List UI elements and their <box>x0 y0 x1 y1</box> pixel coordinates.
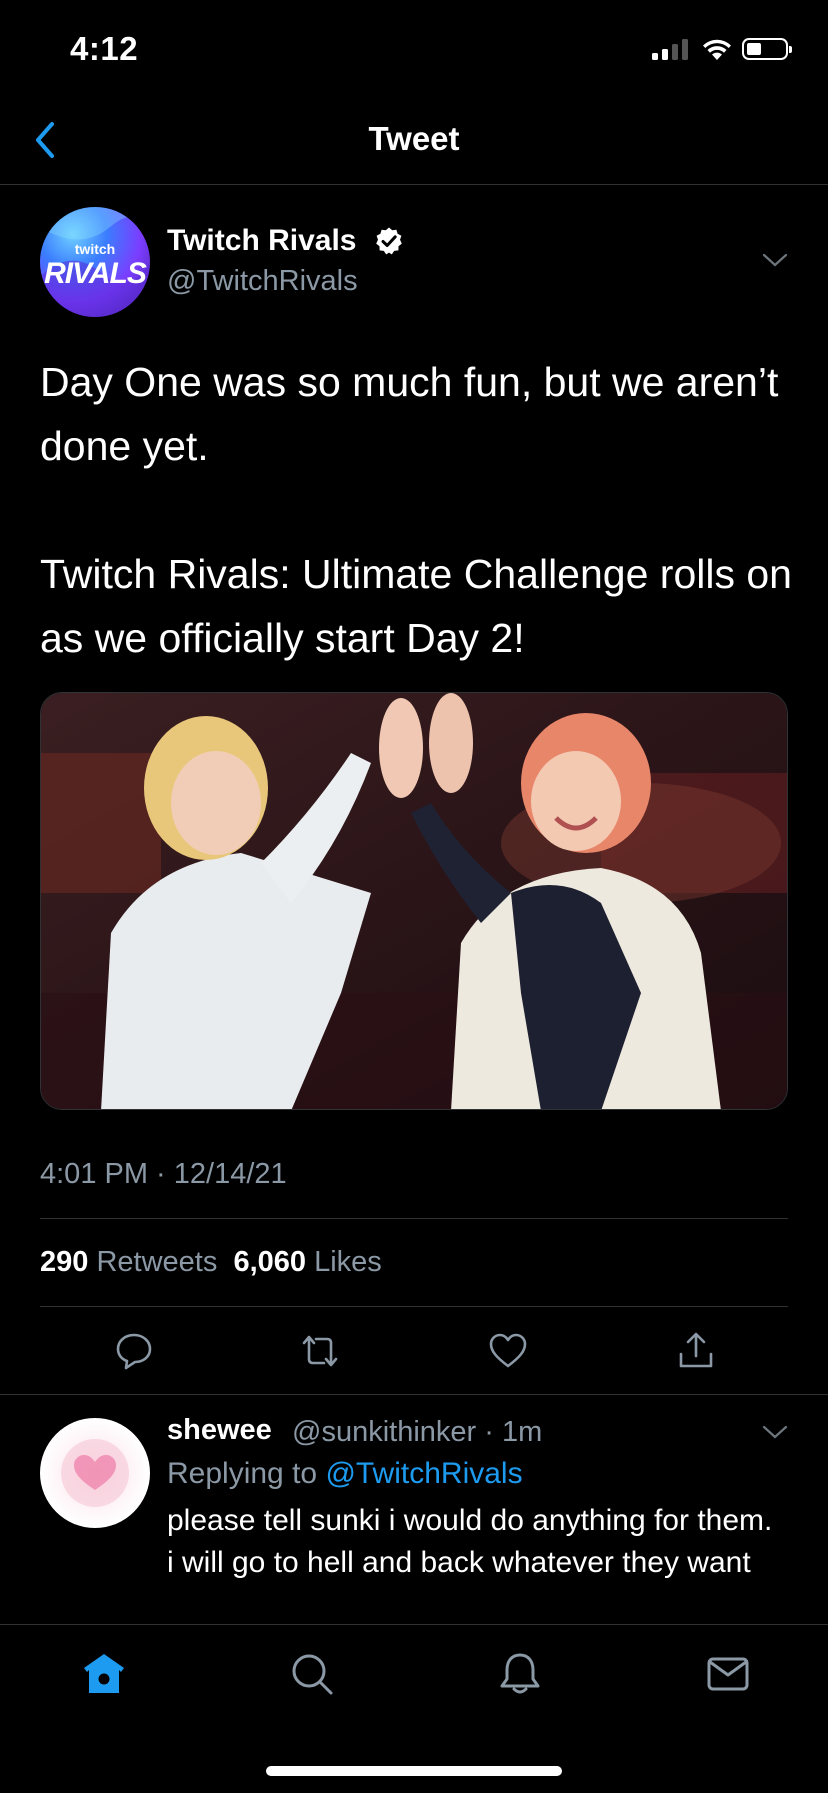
author-handle[interactable]: @TwitchRivals <box>167 265 358 298</box>
wifi-icon <box>703 39 731 60</box>
home-indicator[interactable] <box>266 1766 562 1776</box>
reply-icon[interactable] <box>112 1329 156 1373</box>
verified-badge-icon <box>376 227 402 255</box>
like-icon[interactable] <box>486 1329 530 1373</box>
replying-to-mention[interactable]: @TwitchRivals <box>325 1457 522 1490</box>
messages-icon[interactable] <box>705 1651 751 1697</box>
likes-label[interactable]: Likes <box>314 1246 382 1278</box>
divider <box>0 1394 828 1395</box>
divider <box>40 1218 788 1219</box>
retweet-icon[interactable] <box>298 1329 342 1373</box>
header-divider <box>0 184 828 185</box>
status-time: 4:12 <box>70 30 139 67</box>
tweet-timestamp: 4:01 PM · 12/14/21 <box>40 1158 287 1190</box>
battery-icon <box>742 38 792 60</box>
share-icon[interactable] <box>674 1329 718 1373</box>
notifications-icon[interactable] <box>497 1651 543 1697</box>
tweet-text: Day One was so much fun, but we aren’t d… <box>40 350 800 670</box>
reply-avatar[interactable] <box>40 1418 150 1528</box>
tweet-media-image[interactable] <box>40 692 788 1110</box>
page-title: Tweet <box>368 120 460 157</box>
divider <box>40 1306 788 1307</box>
replying-to-label: Replying to <box>167 1457 318 1490</box>
cellular-signal-icon <box>652 38 690 60</box>
retweets-count[interactable]: 290 <box>40 1246 88 1278</box>
avatar-logo-text-top: twitch <box>74 241 116 257</box>
reply-text: please tell sunki i would do anything fo… <box>167 1504 773 1579</box>
search-icon[interactable] <box>289 1651 335 1697</box>
author-name[interactable]: Twitch Rivals <box>167 224 357 258</box>
reply-author-name[interactable]: shewee <box>167 1414 272 1447</box>
tweet-stats: 290 Retweets 6,060 Likes <box>40 1246 382 1279</box>
author-avatar[interactable]: twitch RIVALS <box>40 207 150 317</box>
tweet-paragraph: Twitch Rivals: Ultimate Challenge rolls … <box>40 551 792 661</box>
avatar-logo-text-bottom: RIVALS <box>44 257 147 290</box>
chevron-down-icon[interactable] <box>762 252 788 268</box>
replying-to: Replying to @TwitchRivals <box>167 1457 523 1491</box>
retweets-label[interactable]: Retweets <box>96 1246 217 1278</box>
likes-count[interactable]: 6,060 <box>233 1246 306 1278</box>
chevron-down-icon[interactable] <box>762 1424 788 1440</box>
reply-author-handle[interactable]: @sunkithinker · 1m <box>292 1416 542 1449</box>
home-icon[interactable] <box>81 1651 127 1697</box>
tweet-paragraph: Day One was so much fun, but we aren’t d… <box>40 359 779 469</box>
